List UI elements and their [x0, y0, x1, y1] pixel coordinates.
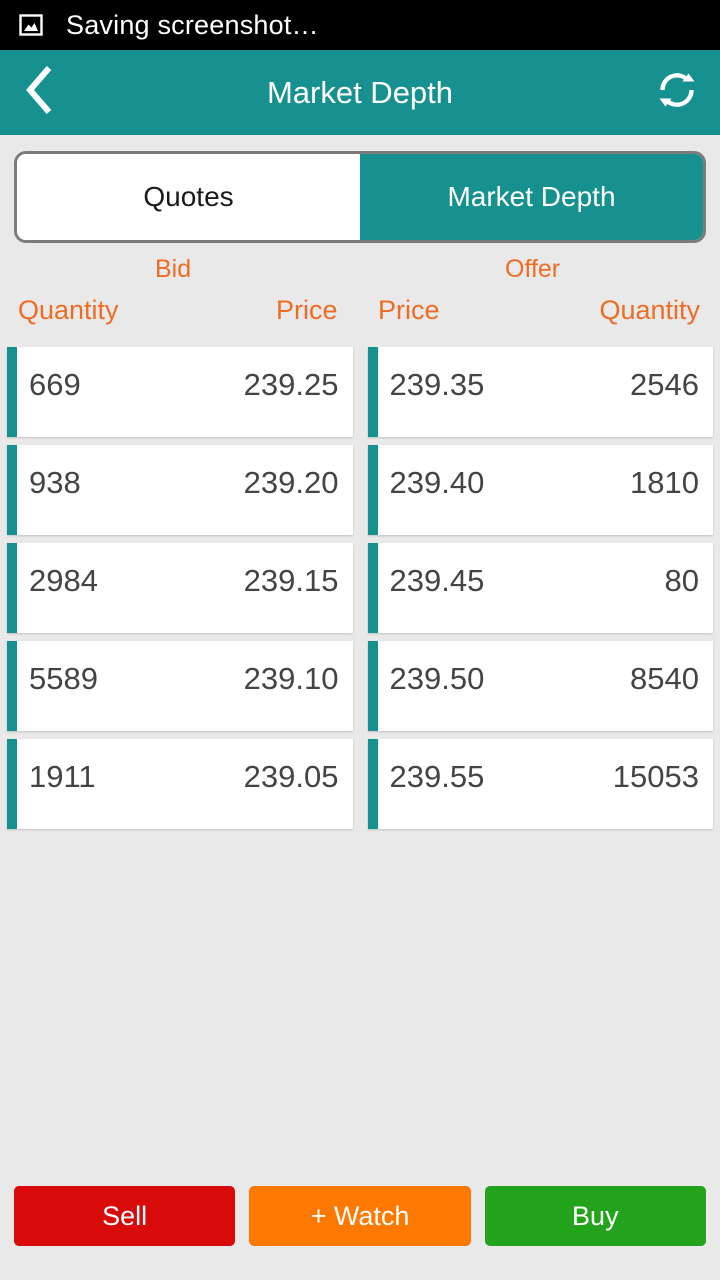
- tab-quotes-label: Quotes: [143, 181, 234, 212]
- tab-market-depth[interactable]: Market Depth: [360, 154, 703, 240]
- buy-button[interactable]: Buy: [484, 1186, 706, 1246]
- side-labels: Bid Offer: [0, 255, 720, 295]
- offer-column: 239.35 2546 239.40 1810 239.45 80 239.50…: [367, 347, 713, 837]
- table-row[interactable]: 239.50 8540: [367, 641, 713, 731]
- offer-quantity: 2546: [630, 367, 699, 402]
- bid-price-header: Price: [276, 295, 338, 325]
- add-watch-button[interactable]: + Watch: [249, 1186, 471, 1246]
- bid-price: 239.15: [243, 563, 339, 598]
- offer-price: 239.55: [389, 759, 485, 794]
- table-row[interactable]: 669 239.25: [7, 347, 353, 437]
- back-button[interactable]: [0, 50, 78, 135]
- bid-price: 239.25: [243, 367, 339, 402]
- bid-quantity: 669: [29, 367, 81, 402]
- offer-price: 239.45: [389, 563, 485, 598]
- table-row[interactable]: 5589 239.10: [7, 641, 353, 731]
- status-message: Saving screenshot…: [66, 9, 319, 40]
- market-depth-book: 669 239.25 938 239.20 2984 239.15 5589 2…: [0, 347, 720, 837]
- buy-button-label: Buy: [572, 1200, 619, 1231]
- bid-price: 239.05: [243, 759, 339, 794]
- refresh-icon: [651, 64, 703, 121]
- offer-price: 239.35: [389, 367, 485, 402]
- offer-quantity: 8540: [630, 661, 699, 696]
- page-title: Market Depth: [266, 74, 454, 110]
- offer-price-header: Price: [378, 295, 440, 325]
- bid-price: 239.10: [243, 661, 339, 696]
- table-row[interactable]: 938 239.20: [7, 445, 353, 535]
- bid-quantity: 938: [29, 465, 81, 500]
- add-watch-button-label: + Watch: [310, 1200, 410, 1231]
- table-row[interactable]: 1911 239.05: [7, 739, 353, 829]
- action-bar: Sell + Watch Buy: [0, 1186, 720, 1246]
- bid-price: 239.20: [243, 465, 339, 500]
- tab-quotes[interactable]: Quotes: [17, 154, 360, 240]
- table-row[interactable]: 239.35 2546: [367, 347, 713, 437]
- refresh-button[interactable]: [634, 50, 720, 135]
- offer-price: 239.40: [389, 465, 485, 500]
- table-row[interactable]: 2984 239.15: [7, 543, 353, 633]
- bid-quantity: 1911: [29, 759, 96, 794]
- app-bar: Market Depth: [0, 50, 720, 135]
- column-headers: Quantity Price Price Quantity: [0, 295, 720, 347]
- table-row[interactable]: 239.55 15053: [367, 739, 713, 829]
- table-row[interactable]: 239.40 1810: [367, 445, 713, 535]
- offer-quantity-header: Quantity: [599, 295, 700, 325]
- offer-quantity: 15053: [612, 759, 699, 794]
- bid-quantity-header: Quantity: [18, 295, 119, 325]
- offer-side-label: Offer: [505, 255, 561, 283]
- sell-button-label: Sell: [102, 1200, 148, 1231]
- sell-button[interactable]: Sell: [14, 1186, 236, 1246]
- offer-quantity: 80: [664, 563, 699, 598]
- bid-side-label: Bid: [155, 255, 192, 283]
- offer-price: 239.50: [389, 661, 485, 696]
- view-mode-tabs[interactable]: Quotes Market Depth: [14, 151, 706, 243]
- bid-quantity: 5589: [29, 661, 98, 696]
- tab-market-depth-label: Market Depth: [447, 181, 616, 212]
- offer-quantity: 1810: [630, 465, 699, 500]
- table-row[interactable]: 239.45 80: [367, 543, 713, 633]
- chevron-left-icon: [22, 64, 56, 121]
- bid-column: 669 239.25 938 239.20 2984 239.15 5589 2…: [7, 347, 353, 837]
- bid-quantity: 2984: [29, 563, 98, 598]
- status-bar: Saving screenshot…: [0, 0, 720, 50]
- image-icon: [16, 10, 46, 40]
